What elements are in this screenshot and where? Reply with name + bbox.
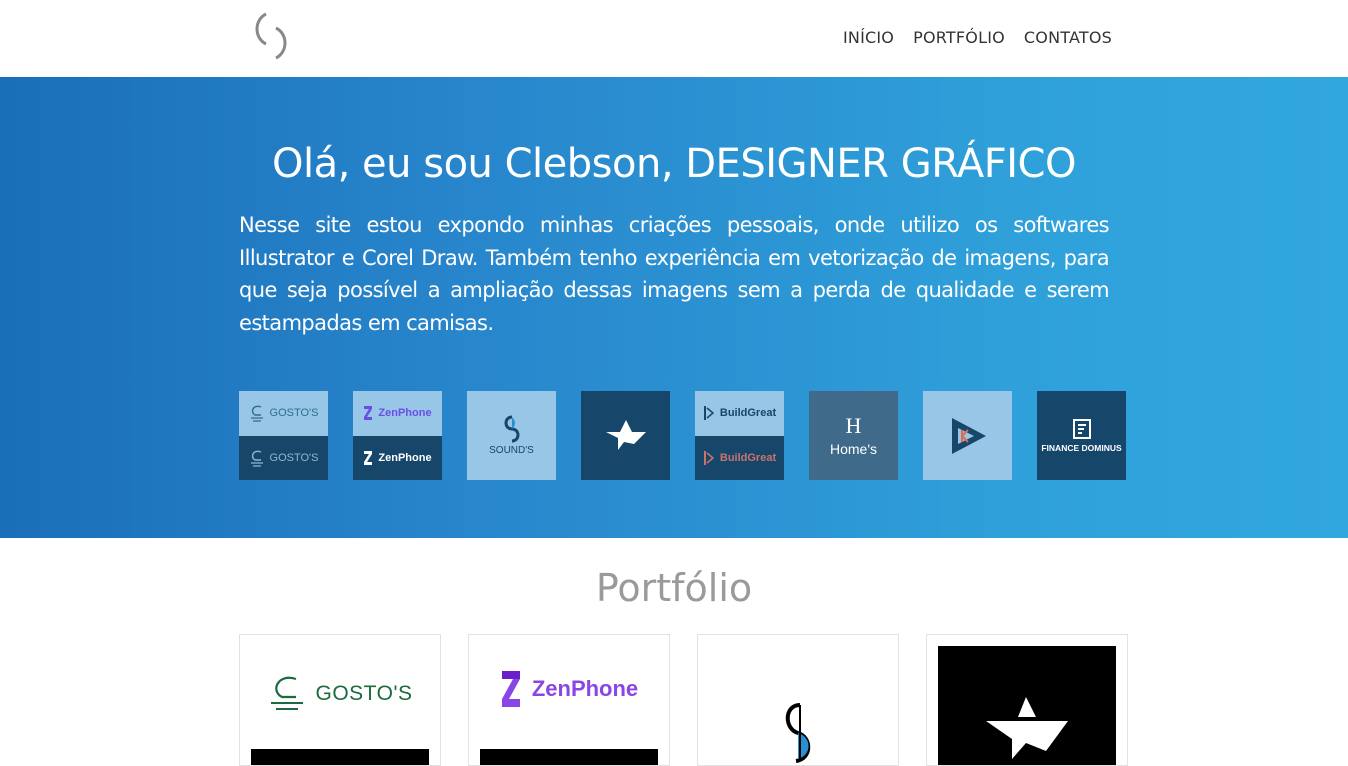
thumb-label: FINANCE DOMINUS: [1041, 443, 1122, 453]
portfolio-card-sounds[interactable]: [697, 634, 899, 766]
thumb-label: GOSTO'S: [269, 407, 319, 420]
nav-link-inicio[interactable]: INÍCIO: [843, 28, 894, 47]
nav-link-portfolio[interactable]: PORTFÓLIO: [913, 28, 1005, 47]
thumb-label: Home's: [829, 440, 878, 457]
gostos-icon: [250, 450, 263, 467]
play-k-icon: [951, 417, 986, 454]
thumb-label: ZenPhone: [378, 407, 432, 420]
thumb-play[interactable]: [923, 391, 1012, 480]
hero-description: Nesse site estou expondo minhas criações…: [239, 213, 1110, 335]
zenphone-icon: [364, 450, 373, 465]
zenphone-logo-icon: [501, 671, 520, 707]
portfolio-grid: GOSTO'S ZenPhone: [239, 634, 1128, 766]
buildgreat-icon: [703, 406, 715, 421]
thumb-label: BuildGreat: [719, 451, 777, 464]
thumb-label: GOSTO'S: [269, 451, 319, 464]
nav-link-contatos[interactable]: CONTATOS: [1024, 28, 1112, 47]
navbar: INÍCIO PORTFÓLIO CONTATOS: [0, 0, 1348, 77]
portfolio-card-zenphone[interactable]: ZenPhone: [468, 634, 670, 766]
zenphone-icon: [364, 406, 373, 421]
thumb-label: SOUND'S: [489, 445, 534, 456]
gostos-logo-icon: [270, 676, 303, 710]
buildgreat-icon: [703, 450, 715, 465]
sounds-logo-icon: [785, 703, 811, 763]
star-logo-icon: [605, 419, 646, 450]
star-logo-icon: [986, 697, 1068, 759]
card-brand-label: GOSTO'S: [315, 682, 413, 705]
homes-icon: H: [845, 412, 862, 438]
portfolio-title: Portfólio: [595, 566, 753, 610]
portfolio-card-gostos[interactable]: GOSTO'S: [239, 634, 441, 766]
thumb-finance-dominus[interactable]: FINANCE DOMINUS: [1037, 391, 1126, 480]
gostos-icon: [250, 405, 263, 422]
thumb-gostos[interactable]: GOSTO'S GOSTO'S: [239, 391, 328, 480]
thumb-star[interactable]: [581, 391, 670, 480]
card-image-dark-strip: [480, 749, 658, 765]
logo-icon[interactable]: [250, 10, 292, 62]
sounds-icon: [504, 415, 519, 443]
thumb-homes[interactable]: H Home's: [809, 391, 898, 480]
thumb-label: ZenPhone: [378, 451, 432, 464]
main-nav: INÍCIO PORTFÓLIO CONTATOS: [824, 28, 1112, 47]
portfolio-card-star[interactable]: [926, 634, 1128, 766]
thumb-sounds[interactable]: SOUND'S: [467, 391, 556, 480]
thumb-label: BuildGreat: [719, 407, 777, 420]
card-brand-label: ZenPhone: [531, 676, 639, 701]
hero-title: Olá, eu sou Clebson, DESIGNER GRÁFICO: [272, 141, 1076, 187]
thumb-buildgreat[interactable]: BuildGreat BuildGreat: [695, 391, 784, 480]
thumbnail-gallery: GOSTO'S GOSTO'S ZenPhone ZenPhone SOUND'…: [239, 391, 1126, 480]
thumb-zenphone[interactable]: ZenPhone ZenPhone: [353, 391, 442, 480]
card-image-dark-strip: [251, 749, 429, 765]
finance-dominus-icon: [1072, 419, 1091, 439]
hero-section: Olá, eu sou Clebson, DESIGNER GRÁFICO Ne…: [0, 77, 1348, 538]
